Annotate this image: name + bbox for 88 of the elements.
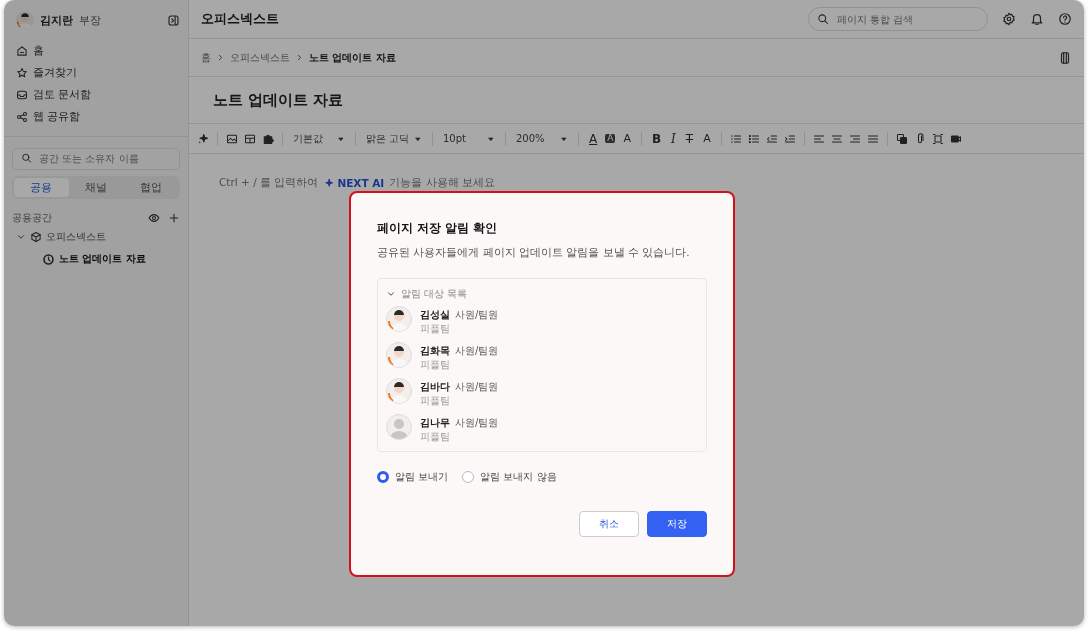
- clear-button[interactable]: A: [701, 133, 713, 144]
- save-button[interactable]: 저장: [647, 511, 707, 537]
- style-button[interactable]: A: [621, 133, 633, 144]
- user-title: 부장: [79, 12, 101, 28]
- bold-button[interactable]: B: [649, 132, 664, 145]
- video-icon[interactable]: [949, 132, 962, 145]
- nav-item[interactable]: 홈: [33, 44, 44, 58]
- space-tab[interactable]: 채널: [68, 178, 124, 197]
- sparkle-icon: [323, 177, 335, 189]
- ai-link[interactable]: NEXT AI: [337, 177, 385, 189]
- tree-item[interactable]: 노트 업데이트 자료: [59, 252, 146, 266]
- toolbar-dropdown[interactable]: 기본값: [291, 131, 347, 146]
- image-icon[interactable]: [226, 132, 238, 145]
- panel-icon[interactable]: [1058, 50, 1072, 65]
- text-color-button[interactable]: A: [587, 132, 600, 145]
- strike-button[interactable]: T: [683, 132, 696, 145]
- caret-icon: [414, 134, 422, 143]
- section-label: 공용공간: [12, 211, 53, 225]
- inbox-icon: [16, 89, 28, 101]
- puzzle-icon[interactable]: [262, 132, 274, 145]
- home-icon: [16, 45, 28, 57]
- highlight-button[interactable]: A: [605, 134, 616, 143]
- search-icon: [817, 13, 829, 25]
- nav-item[interactable]: 즐겨찾기: [33, 66, 77, 80]
- person-name: 김화목 사원/팀원: [420, 344, 499, 359]
- caret-icon: [337, 134, 345, 143]
- radio-button[interactable]: [462, 471, 475, 483]
- italic-button[interactable]: I: [669, 132, 678, 145]
- dialog-description: 공유된 사용자들에게 페이지 업데이트 알림을 보낼 수 있습니다.: [377, 246, 691, 260]
- notify-option[interactable]: 알림 보내지 않음: [462, 470, 557, 484]
- space-search-field[interactable]: 공간 또는 소유자 이름: [12, 147, 180, 170]
- toolbar-dropdown[interactable]: 200%: [514, 133, 570, 144]
- global-search-field[interactable]: 페이지 통합 검색: [808, 7, 988, 31]
- indent-icon[interactable]: [783, 132, 796, 145]
- search-icon: [21, 152, 32, 164]
- chevron-down-icon[interactable]: [16, 232, 26, 242]
- recipient-list-toggle[interactable]: 알림 대상 목록: [386, 287, 468, 301]
- editor-hint: 기능을 사용해 보세요: [389, 176, 495, 190]
- bullet-list-icon[interactable]: [747, 132, 760, 145]
- radio-button[interactable]: [377, 471, 389, 483]
- align-left-icon[interactable]: [812, 132, 825, 145]
- help-icon[interactable]: [1058, 12, 1072, 26]
- nav-item[interactable]: 웹 공유함: [33, 110, 81, 124]
- user-name: 김지란: [40, 12, 73, 28]
- nav-item[interactable]: 검토 문서함: [33, 88, 92, 102]
- cancel-button[interactable]: 취소: [579, 511, 639, 537]
- breadcrumb-link[interactable]: 노트 업데이트 자료: [309, 50, 396, 65]
- chevron-down-icon: [386, 289, 396, 299]
- copy-format-icon[interactable]: [895, 132, 908, 145]
- person-name: 김바다 사원/팀원: [420, 380, 499, 395]
- caret-icon: [560, 134, 568, 143]
- tree-item[interactable]: 오피스넥스트: [46, 230, 106, 244]
- sparkle-icon[interactable]: [197, 132, 209, 145]
- cube-icon: [30, 231, 42, 243]
- toolbar-dropdown[interactable]: 10pt: [441, 133, 497, 144]
- editor-hint: Ctrl + / 를 입력하여: [219, 176, 319, 190]
- justify-icon[interactable]: [866, 132, 879, 145]
- star-icon: [16, 67, 28, 79]
- chevron-right-icon: [295, 53, 304, 62]
- table-icon[interactable]: [244, 132, 256, 145]
- share-icon: [16, 111, 28, 123]
- outdent-icon[interactable]: [765, 132, 778, 145]
- notify-option[interactable]: 알림 보내기: [377, 470, 449, 484]
- align-center-icon[interactable]: [830, 132, 843, 145]
- caret-icon: [487, 134, 495, 143]
- align-right-icon[interactable]: [848, 132, 861, 145]
- person-team: 피플팀: [420, 430, 451, 443]
- breadcrumb-link[interactable]: 오피스넥스트: [230, 50, 290, 65]
- space-tab[interactable]: 공용: [14, 178, 69, 197]
- toolbar-dropdown[interactable]: 맑은 고딕: [364, 131, 424, 146]
- dialog-title: 페이지 저장 알림 확인: [377, 221, 498, 236]
- person-team: 피플팀: [420, 394, 451, 407]
- app-title: 오피스넥스트: [201, 10, 280, 28]
- frame-icon[interactable]: [931, 132, 944, 145]
- numbered-list-icon[interactable]: [729, 132, 742, 145]
- eye-icon[interactable]: [148, 212, 160, 224]
- bell-icon[interactable]: [1030, 12, 1044, 26]
- person-name: 김나무 사원/팀원: [420, 416, 499, 431]
- breadcrumb-link[interactable]: 홈: [201, 50, 211, 65]
- person-team: 피플팀: [420, 322, 451, 335]
- space-tab[interactable]: 협업: [123, 178, 178, 197]
- plus-icon[interactable]: [168, 212, 180, 224]
- person-team: 피플팀: [420, 358, 451, 371]
- person-name: 김성실 사원/팀원: [420, 308, 499, 323]
- page-title: 노트 업데이트 자료: [213, 90, 344, 110]
- chevron-right-icon: [216, 53, 225, 62]
- panel-collapse-icon[interactable]: [167, 13, 180, 27]
- settings-icon[interactable]: [1002, 12, 1016, 26]
